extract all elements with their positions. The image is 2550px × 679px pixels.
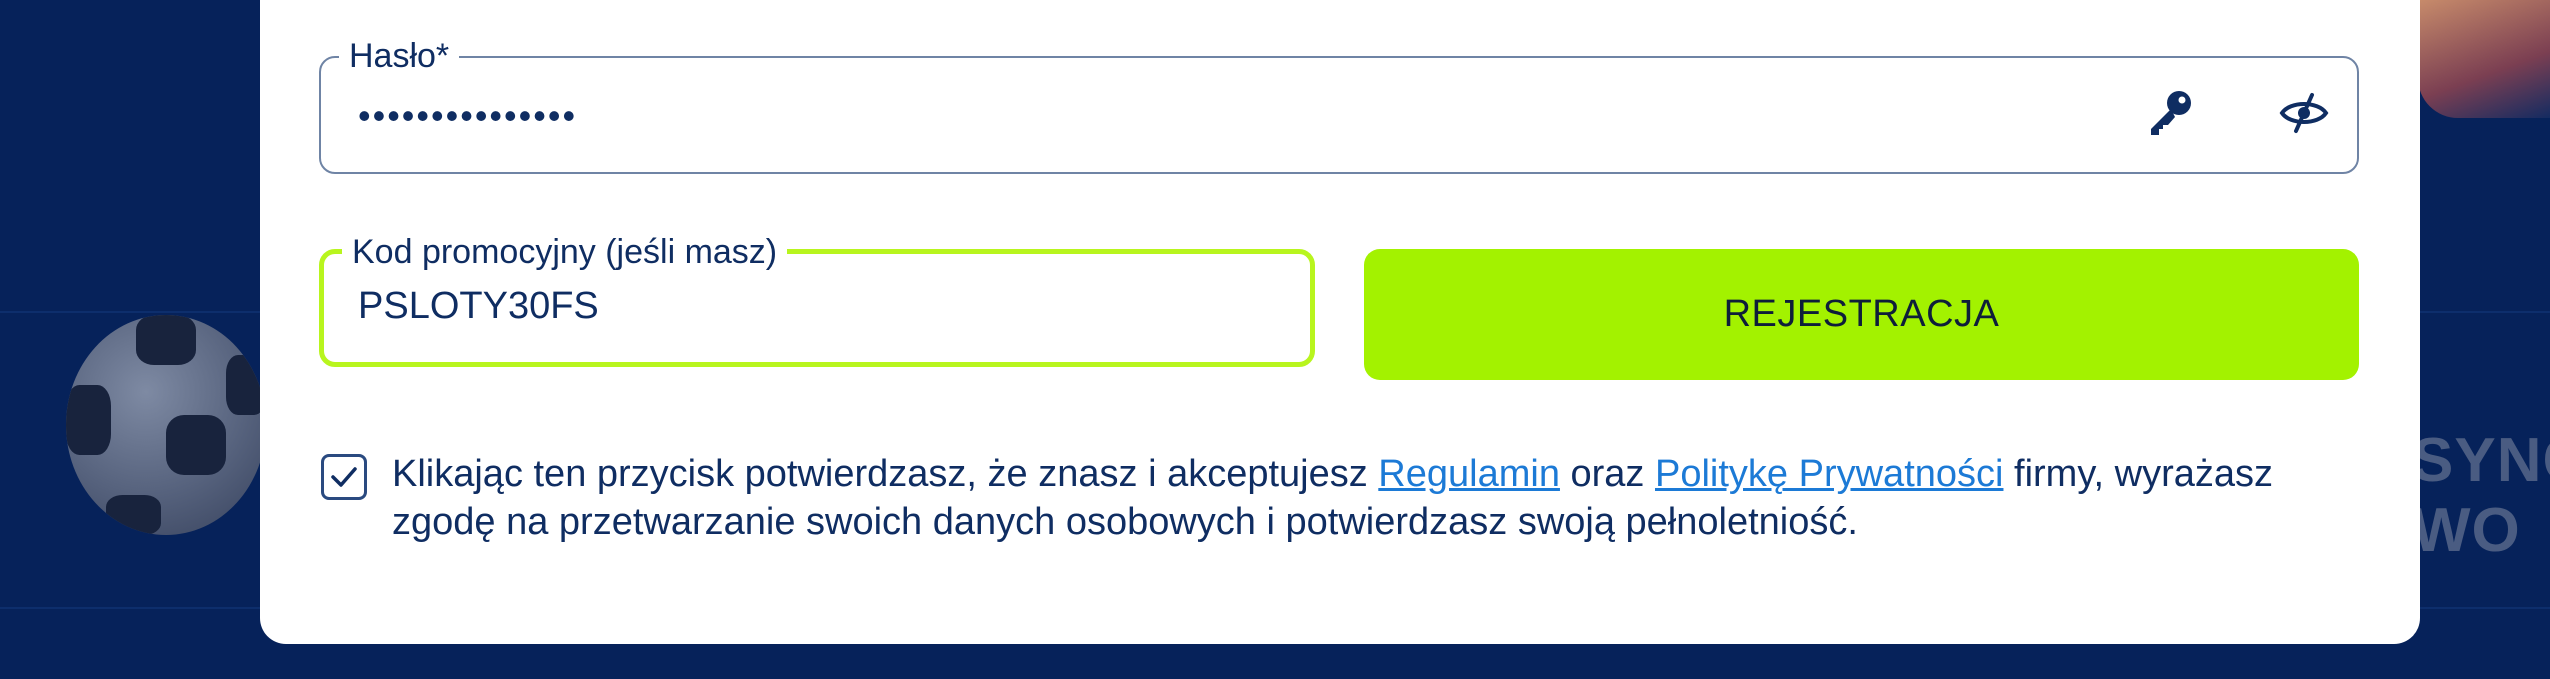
promo-code-label: Kod promocyjny (jeśli masz) — [342, 232, 788, 272]
check-icon — [331, 467, 357, 487]
password-value[interactable]: ••••••••••••••• — [358, 94, 577, 138]
privacy-policy-link[interactable]: Politykę Prywatności — [1655, 453, 2003, 495]
consent-text-between: oraz — [1559, 453, 1655, 495]
key-icon[interactable] — [2143, 85, 2199, 141]
background-banner-image — [2418, 0, 2550, 118]
terms-link[interactable]: Regulamin — [1378, 453, 1560, 495]
promo-code-field[interactable]: Kod promocyjny (jeśli masz) PSLOTY30FS — [319, 232, 1315, 367]
consent-checkbox[interactable] — [321, 454, 367, 500]
consent-text-before: Klikając ten przycisk potwierdzasz, że z… — [392, 453, 1379, 495]
register-button[interactable]: REJESTRACJA — [1364, 249, 2359, 380]
password-label: Hasło* — [339, 36, 460, 76]
promo-code-value[interactable]: PSLOTY30FS — [358, 284, 599, 328]
background-promo-text-line1: SYNC — [2412, 426, 2550, 495]
soccer-ball-image — [66, 315, 266, 535]
consent-text: Klikając ten przycisk potwierdzasz, że z… — [392, 450, 2352, 546]
password-field[interactable]: Hasło* ••••••••••••••• — [319, 36, 2359, 174]
background-promo-text-line2: WO — [2412, 496, 2521, 565]
eye-slash-icon[interactable] — [2276, 85, 2332, 141]
